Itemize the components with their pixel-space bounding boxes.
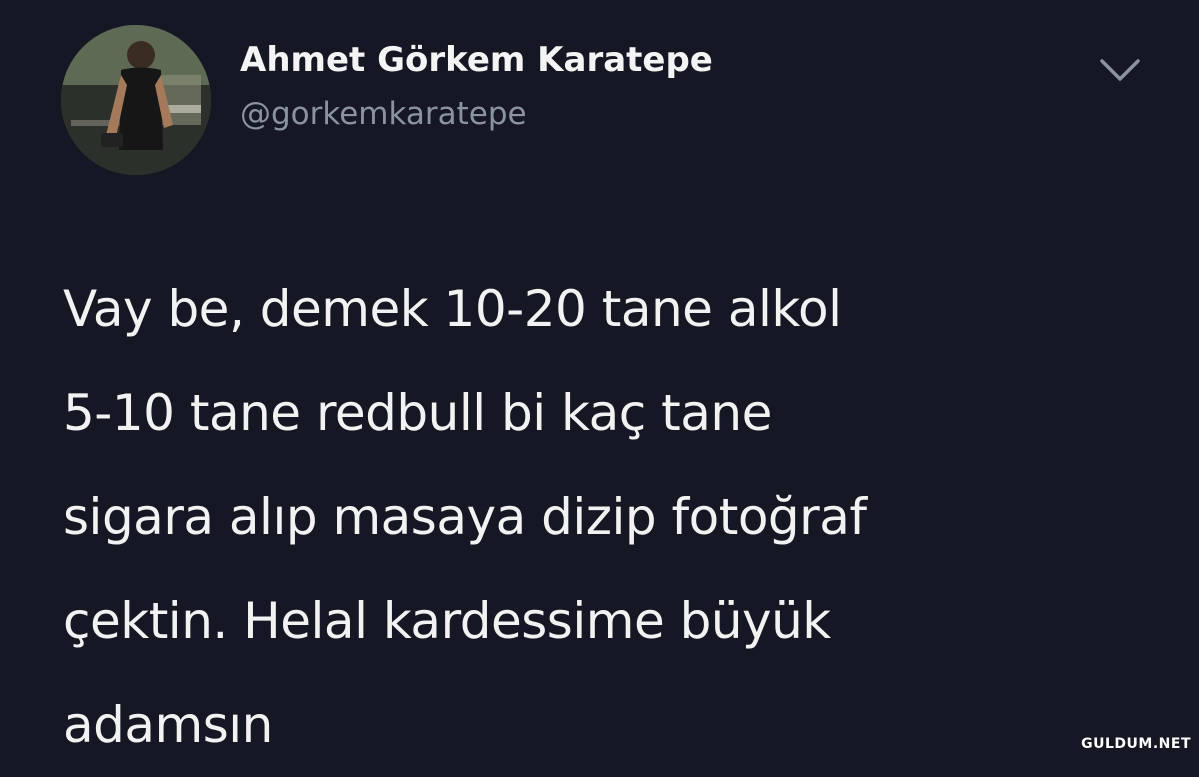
site-watermark: GULDUM.NET xyxy=(1081,736,1191,752)
author-display-name[interactable]: Ahmet Görkem Karatepe xyxy=(240,40,713,80)
tweet-card: Ahmet Görkem Karatepe @gorkemkaratepe Va… xyxy=(0,0,1199,758)
tweet-text: Vay be, demek 10-20 tane alkol 5-10 tane… xyxy=(63,280,867,754)
chevron-down-icon[interactable] xyxy=(1098,55,1142,85)
author-handle[interactable]: @gorkemkaratepe xyxy=(240,96,527,132)
avatar-photo xyxy=(61,25,211,175)
avatar[interactable] xyxy=(61,25,211,175)
